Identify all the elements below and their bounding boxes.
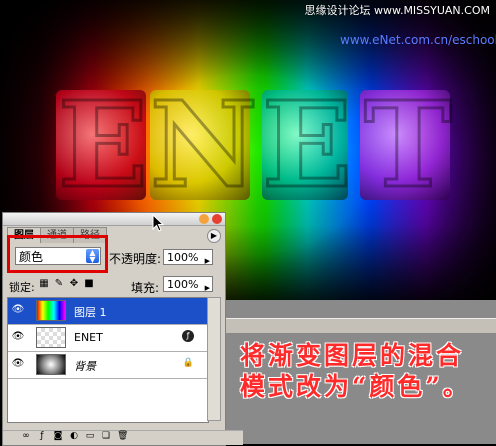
trash-icon[interactable]: 🗑 bbox=[117, 431, 128, 445]
letter-n: N bbox=[149, 75, 260, 214]
url-watermark: www.eNet.com.cn/eschool bbox=[340, 33, 496, 47]
layer-name: 背景 bbox=[74, 360, 96, 373]
lock-image-icon[interactable]: ✎ bbox=[54, 279, 64, 289]
palette-titlebar[interactable] bbox=[3, 213, 225, 226]
eye-icon[interactable]: 👁 bbox=[11, 304, 25, 316]
enet-artwork: E N E T bbox=[0, 75, 496, 214]
lock-icon: 🔒 bbox=[182, 358, 194, 368]
opacity-label: 不透明度: bbox=[109, 252, 162, 266]
opacity-value: 100% bbox=[167, 251, 199, 264]
palette-bottom-toolbar: ∞ ƒ ◙ ◐ ▭ ❏ 🗑 bbox=[3, 430, 243, 445]
layer-row-layer1[interactable]: 👁 图层 1 bbox=[8, 298, 208, 325]
link-icon[interactable]: ∞ bbox=[21, 431, 31, 445]
layers-list: 👁 图层 1 👁 ENET ƒ 👁 背景 🔒 bbox=[7, 297, 209, 423]
fill-value: 100% bbox=[167, 278, 199, 291]
fill-arrow-icon[interactable]: ▶ bbox=[205, 280, 210, 296]
lock-transparency-icon[interactable]: ▦ bbox=[39, 279, 49, 289]
layer-name: 图层 1 bbox=[74, 306, 107, 319]
fill-label: 填充: bbox=[131, 281, 160, 295]
instruction-caption: 将渐变图层的混合模式改为“颜色”。 bbox=[240, 341, 471, 401]
close-icon[interactable] bbox=[212, 214, 222, 224]
opacity-field[interactable]: 100% ▶ bbox=[163, 249, 213, 265]
adjustment-layer-icon[interactable]: ◐ bbox=[69, 431, 79, 445]
mouse-cursor-icon bbox=[152, 214, 164, 232]
highlight-box bbox=[7, 235, 108, 273]
palette-menu-icon[interactable]: ▶ bbox=[207, 229, 221, 243]
layer-thumbnail bbox=[36, 327, 66, 348]
lock-label: 锁定: bbox=[9, 281, 35, 294]
add-mask-icon[interactable]: ◙ bbox=[53, 431, 63, 445]
add-style-icon[interactable]: ƒ bbox=[37, 431, 47, 445]
eye-icon[interactable]: 👁 bbox=[11, 331, 25, 343]
layers-palette: 图层 通道 路径 ▶ 颜色 ▲ ▼ 不透明度: 100% ▶ 锁定: ▦ ✎ ✥ … bbox=[2, 212, 243, 446]
letter-e: E bbox=[57, 75, 150, 214]
layer-row-enet[interactable]: 👁 ENET ƒ bbox=[8, 325, 208, 352]
lock-all-icon[interactable]: ■ bbox=[84, 279, 94, 289]
lock-options: ▦ ✎ ✥ ■ bbox=[39, 279, 94, 289]
layer-effects-icon[interactable]: ƒ bbox=[182, 330, 194, 342]
new-layer-icon[interactable]: ❏ bbox=[101, 431, 111, 445]
layer-name: ENET bbox=[74, 331, 103, 344]
letter-e-second: E bbox=[261, 75, 354, 214]
minimize-icon[interactable] bbox=[199, 214, 209, 224]
layer-thumbnail bbox=[36, 300, 66, 321]
eye-icon[interactable]: 👁 bbox=[11, 358, 25, 370]
opacity-arrow-icon[interactable]: ▶ bbox=[205, 253, 210, 269]
letter-t: T bbox=[363, 75, 454, 214]
lock-position-icon[interactable]: ✥ bbox=[69, 279, 79, 289]
site-watermark: 思缘设计论坛 www.MISSYUAN.COM bbox=[304, 4, 490, 17]
layer-thumbnail bbox=[36, 354, 66, 375]
new-group-icon[interactable]: ▭ bbox=[85, 431, 95, 445]
fill-field[interactable]: 100% ▶ bbox=[163, 276, 213, 292]
layers-scrollbar[interactable] bbox=[207, 297, 221, 421]
workspace-scroll-strip[interactable] bbox=[224, 318, 496, 334]
layer-row-background[interactable]: 👁 背景 🔒 bbox=[8, 352, 208, 379]
